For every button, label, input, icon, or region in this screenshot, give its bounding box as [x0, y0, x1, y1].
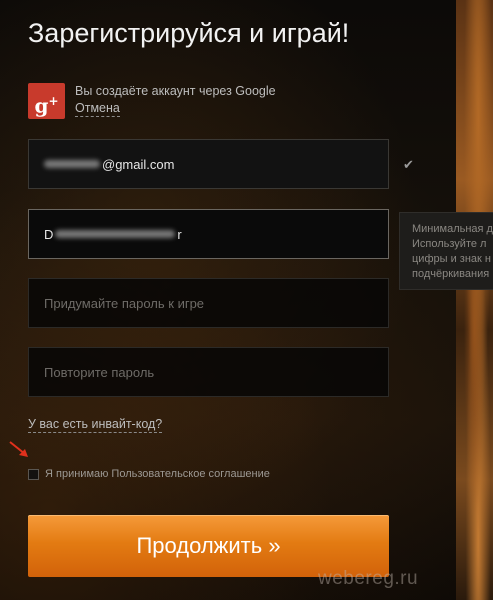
hint-line: цифры и знак н	[412, 253, 491, 265]
redacted-email-user	[44, 160, 100, 168]
password-placeholder: Придумайте пароль к игре	[44, 295, 205, 311]
password-field[interactable]: Придумайте пароль к игре	[28, 278, 389, 328]
nickname-field[interactable]: D r	[28, 209, 389, 259]
nickname-last-char: r	[177, 226, 182, 242]
hint-line: Используйте л	[412, 238, 487, 250]
background-artwork	[456, 0, 493, 600]
google-plus-icon: g+	[28, 83, 65, 119]
invite-code-link[interactable]: У вас есть инвайт-код?	[28, 417, 163, 433]
hint-line: подчёркивания	[412, 268, 490, 280]
redacted-nickname	[55, 230, 176, 238]
page-title: Зарегистрируйся и играй!	[28, 18, 350, 48]
agreement-label[interactable]: Я принимаю Пользовательское соглашение	[45, 468, 270, 480]
hint-line: Минимальная д	[412, 223, 493, 235]
red-arrow-icon	[9, 441, 28, 457]
password-repeat-placeholder: Повторите пароль	[44, 364, 155, 380]
nickname-first-char: D	[44, 226, 54, 242]
agreement-checkbox[interactable]	[28, 469, 39, 480]
password-repeat-field[interactable]: Повторите пароль	[28, 347, 389, 397]
cancel-link[interactable]: Отмена	[75, 101, 120, 117]
checkmark-icon: ✔	[403, 157, 414, 172]
email-domain: @gmail.com	[102, 156, 175, 172]
watermark: webereg.ru	[318, 568, 419, 589]
google-account-message: Вы создаёте аккаунт через Google	[75, 84, 276, 98]
nickname-hint-tooltip: Минимальная д Используйте л цифры и знак…	[399, 212, 493, 290]
email-field[interactable]: @gmail.com	[28, 139, 389, 189]
